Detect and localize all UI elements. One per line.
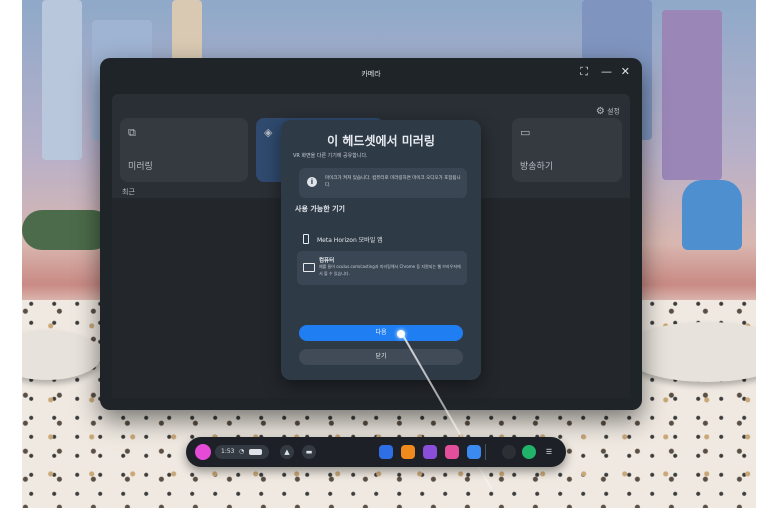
cast-icon: ⧉ (128, 126, 136, 139)
planter (22, 210, 112, 250)
app-icon-camera[interactable] (445, 445, 459, 459)
broadcast-icon: ▭ (520, 126, 531, 139)
recent-heading: 최근 (122, 188, 135, 196)
device-option-computer[interactable]: 컴퓨터 예를 들어 oculus.com/casting과 미러링해서 Chro… (297, 251, 467, 285)
wifi-icon: ◔ (239, 448, 245, 455)
device-option-mobile-app[interactable]: Meta Horizon 모바일 앱 (299, 228, 467, 250)
app-icon-horizon[interactable] (423, 445, 437, 459)
people-icon[interactable]: ▬ (302, 445, 316, 459)
info-icon: i (307, 177, 317, 187)
card-label: 방송하기 (520, 162, 554, 172)
battery-icon (249, 449, 262, 455)
app-icon-green[interactable] (522, 445, 536, 459)
device-name: 컴퓨터 (319, 258, 335, 264)
phone-icon (303, 234, 309, 244)
snap-icon[interactable]: ⛶ (580, 66, 588, 78)
next-button[interactable]: 다음 (299, 325, 463, 341)
app-icon-meta[interactable] (502, 445, 516, 459)
quick-settings-button[interactable]: 1:53 ◔ (215, 445, 269, 459)
universal-menu-bar: 1:53 ◔ ▲ ▬ ☰ (186, 437, 566, 467)
close-button[interactable]: 닫기 (299, 349, 463, 365)
card-label: 미러링 (128, 162, 153, 172)
window-title: 카메라 (361, 70, 381, 78)
device-description: 예를 들어 oculus.com/casting과 미러링해서 Chrome 등… (319, 264, 461, 276)
dialog-title: 이 헤드셋에서 미러링 (327, 134, 435, 148)
background-tower (662, 10, 722, 180)
avatar[interactable] (195, 444, 211, 460)
settings-label: 설정 (607, 107, 620, 116)
mirroring-dialog: 이 헤드셋에서 미러링 VR 화면을 다른 기기에 공유합니다. i 마이크가 … (281, 120, 481, 380)
close-icon[interactable]: ✕ (621, 66, 630, 78)
camera-icon: ◈ (264, 126, 273, 139)
notifications-icon[interactable]: ▲ (280, 445, 294, 459)
app-library-icon[interactable]: ☰ (542, 445, 556, 459)
info-text: 마이크가 켜져 있습니다. 컴퓨터로 미러링하면 마이크 오디오가 포함됩니다. (325, 176, 461, 188)
app-icon-store[interactable] (379, 445, 393, 459)
card-mirroring[interactable]: ⧉ 미러링 (120, 118, 248, 182)
app-icon-browser[interactable] (467, 445, 481, 459)
card-broadcast[interactable]: ▭ 방송하기 (512, 118, 622, 182)
laptop-icon (303, 263, 315, 272)
background-tower (42, 0, 82, 160)
robot-figure (682, 180, 742, 250)
settings-button[interactable]: ⚙ 설정 (596, 106, 620, 117)
available-devices-heading: 사용 가능한 기기 (295, 205, 345, 213)
title-bar[interactable]: 카메라 ⛶ — ✕ (100, 58, 642, 88)
app-icon-files[interactable] (401, 445, 415, 459)
clock-time: 1:53 (221, 448, 235, 455)
dialog-subtitle: VR 화면을 다른 기기에 공유합니다. (293, 153, 368, 159)
mic-info-banner: i 마이크가 켜져 있습니다. 컴퓨터로 미러링하면 마이크 오디오가 포함됩니… (299, 168, 467, 198)
taskbar-divider (485, 444, 486, 460)
gear-icon: ⚙ (595, 106, 605, 117)
device-name: Meta Horizon 모바일 앱 (317, 237, 383, 244)
minimize-icon[interactable]: — (601, 66, 612, 78)
pointer-cursor (397, 330, 405, 338)
